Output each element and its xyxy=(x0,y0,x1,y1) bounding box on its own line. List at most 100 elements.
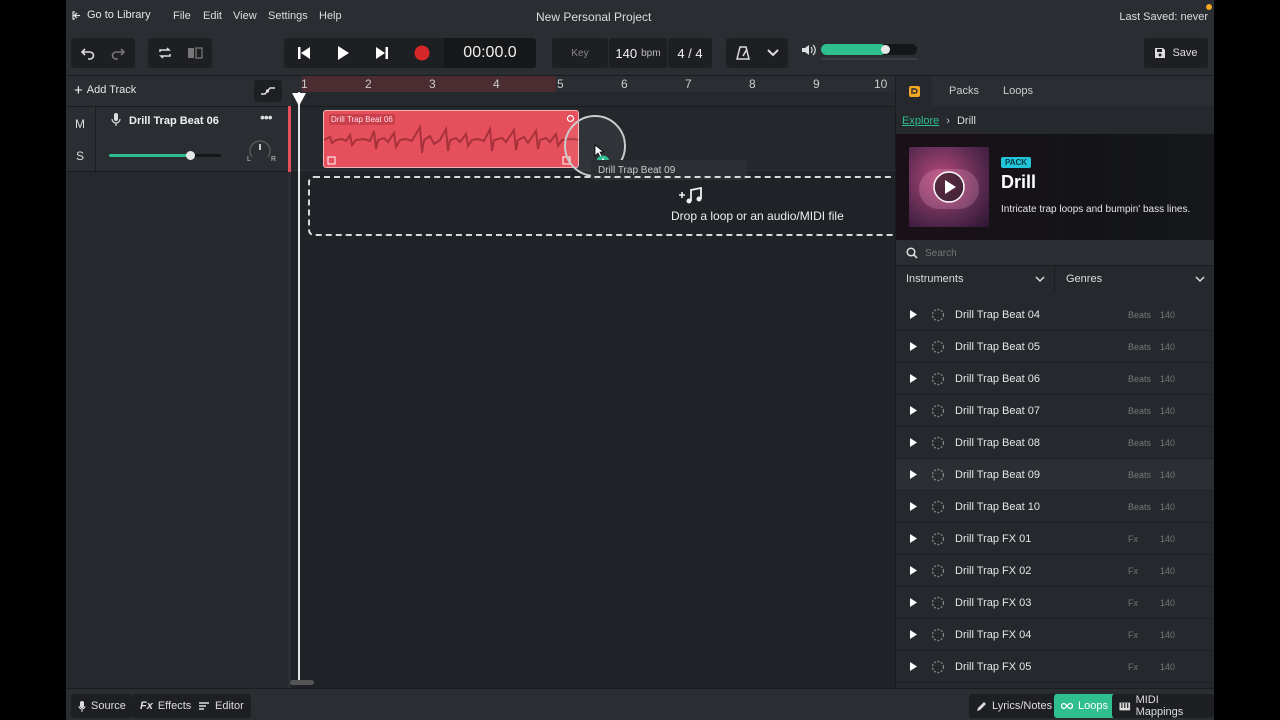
menu-help[interactable]: Help xyxy=(319,10,342,22)
plus-icon: + xyxy=(74,81,83,99)
track-volume-slider[interactable] xyxy=(109,151,221,160)
loop-genre: Beats xyxy=(1128,438,1152,448)
loop-name: Drill Trap FX 04 xyxy=(955,629,1032,641)
list-item[interactable]: Drill Trap FX 01 Fx 140 xyxy=(896,523,1214,555)
save-button[interactable]: Save xyxy=(1144,38,1208,68)
list-item[interactable]: Drill Trap Beat 10 Beats 140 xyxy=(896,491,1214,523)
record-icon[interactable] xyxy=(414,45,430,61)
metronome-icon[interactable] xyxy=(735,45,751,61)
menu-file[interactable]: File xyxy=(173,10,191,22)
preview-status-icon xyxy=(931,468,945,482)
effects-label: Effects xyxy=(157,700,192,712)
add-track-button[interactable]: + Add Track xyxy=(74,81,136,99)
track-menu-icon[interactable]: ••• xyxy=(260,109,273,125)
search-bar[interactable]: Search xyxy=(896,240,1214,266)
play-icon[interactable] xyxy=(909,629,918,640)
lyrics-notes-button[interactable]: Lyrics/Notes xyxy=(969,694,1060,718)
tempo-display[interactable]: 140 bpm xyxy=(609,38,667,68)
list-item[interactable]: Drill Trap Beat 06 Beats 140 xyxy=(896,363,1214,395)
playhead-handle-icon[interactable] xyxy=(291,92,307,107)
play-icon[interactable] xyxy=(336,45,350,61)
source-button[interactable]: Source xyxy=(71,694,133,718)
search-input[interactable]: Search xyxy=(925,248,957,259)
track-header-area: + Add Track M S Drill Trap Beat 06 ••• L xyxy=(66,76,288,688)
list-item[interactable]: Drill Trap Beat 07 Beats 140 xyxy=(896,395,1214,427)
breadcrumb-explore[interactable]: Explore xyxy=(902,115,939,127)
list-item[interactable]: Drill Trap FX 02 Fx 140 xyxy=(896,555,1214,587)
automation-button[interactable] xyxy=(254,80,282,102)
play-icon[interactable] xyxy=(909,373,918,384)
audio-clip[interactable]: Drill Trap Beat 06 xyxy=(323,110,579,168)
list-item[interactable]: Drill Trap FX 05 Fx 140 xyxy=(896,651,1214,683)
drop-zone[interactable]: Drop a loop or an audio/MIDI file xyxy=(308,176,908,236)
tab-explore[interactable] xyxy=(896,76,932,106)
bar-number: 2 xyxy=(365,77,372,91)
play-icon[interactable] xyxy=(909,661,918,672)
go-to-library-button[interactable]: Go to Library xyxy=(71,9,151,21)
chevron-down-icon[interactable] xyxy=(767,49,779,57)
loop-bpm: 140 xyxy=(1160,662,1176,672)
undo-icon[interactable] xyxy=(80,46,96,60)
tab-loops[interactable]: Loops xyxy=(1003,85,1033,97)
play-icon[interactable] xyxy=(909,533,918,544)
editor-button[interactable]: Editor xyxy=(191,694,251,718)
play-icon[interactable] xyxy=(909,565,918,576)
timeline-ruler[interactable]: 1 2 3 4 5 6 7 8 9 10 xyxy=(288,76,895,92)
clip-fade-in-icon[interactable] xyxy=(327,156,336,165)
mute-button[interactable]: M xyxy=(75,117,85,131)
solo-button[interactable]: S xyxy=(76,149,84,163)
toolbar: 00:00.0 Key 140 bpm 4 / 4 Save xyxy=(66,34,1214,76)
loop-name: Drill Trap Beat 08 xyxy=(955,437,1040,449)
play-icon[interactable] xyxy=(909,437,918,448)
list-item[interactable]: Drill Trap Beat 08 Beats 140 xyxy=(896,427,1214,459)
redo-icon[interactable] xyxy=(110,46,126,60)
pack-cover-image[interactable] xyxy=(909,147,989,227)
play-icon[interactable] xyxy=(909,405,918,416)
key-selector[interactable]: Key xyxy=(552,38,608,68)
editor-icon xyxy=(199,702,209,710)
play-icon[interactable] xyxy=(909,501,918,512)
midi-mappings-button[interactable]: MIDI Mappings xyxy=(1112,694,1214,718)
play-icon[interactable] xyxy=(909,341,918,352)
effects-button[interactable]: Fx Effects xyxy=(133,694,199,718)
chevron-down-icon xyxy=(1195,276,1205,283)
save-label: Save xyxy=(1172,47,1198,59)
loop-genre: Fx xyxy=(1128,598,1138,608)
menu-view[interactable]: View xyxy=(233,10,257,22)
genres-filter[interactable]: Genres xyxy=(1056,266,1214,292)
play-circle-icon[interactable] xyxy=(933,171,965,203)
horizontal-scrollbar[interactable] xyxy=(290,680,314,685)
tab-packs[interactable]: Packs xyxy=(949,85,979,97)
list-item[interactable]: Drill Trap Beat 04 Beats 140 xyxy=(896,299,1214,331)
play-icon[interactable] xyxy=(909,309,918,320)
add-track-bar: + Add Track xyxy=(66,76,288,106)
loop-name: Drill Trap Beat 07 xyxy=(955,405,1040,417)
time-signature[interactable]: 4 / 4 xyxy=(668,38,712,68)
instruments-filter[interactable]: Instruments xyxy=(896,266,1055,292)
list-item[interactable]: Drill Trap FX 03 Fx 140 xyxy=(896,587,1214,619)
master-volume-slider[interactable] xyxy=(821,44,917,55)
menu-edit[interactable]: Edit xyxy=(203,10,222,22)
skip-forward-icon[interactable] xyxy=(374,46,390,60)
track-name[interactable]: Drill Trap Beat 06 xyxy=(129,115,219,127)
clip-waveform xyxy=(324,123,578,154)
track-volume-handle[interactable] xyxy=(185,151,195,160)
loops-label: Loops xyxy=(1078,700,1108,712)
lyrics-notes-label: Lyrics/Notes xyxy=(992,700,1053,712)
play-icon[interactable] xyxy=(909,469,918,480)
volume-icon[interactable] xyxy=(801,43,817,57)
panel-tabs: Packs Loops xyxy=(896,76,1214,106)
playhead[interactable] xyxy=(298,92,300,684)
master-volume-handle[interactable] xyxy=(881,45,891,54)
list-item[interactable]: Drill Trap Beat 05 Beats 140 xyxy=(896,331,1214,363)
pan-knob[interactable]: L R xyxy=(247,140,276,166)
split-icon[interactable] xyxy=(187,46,203,60)
loops-button[interactable]: Loops xyxy=(1054,694,1115,718)
loop-icon[interactable] xyxy=(157,46,173,60)
skip-back-icon[interactable] xyxy=(296,46,312,60)
play-icon[interactable] xyxy=(909,597,918,608)
list-item[interactable]: Drill Trap Beat 09 Beats 140 xyxy=(896,459,1214,491)
genres-filter-label: Genres xyxy=(1066,273,1103,285)
list-item[interactable]: Drill Trap FX 04 Fx 140 xyxy=(896,619,1214,651)
menu-settings[interactable]: Settings xyxy=(268,10,308,22)
